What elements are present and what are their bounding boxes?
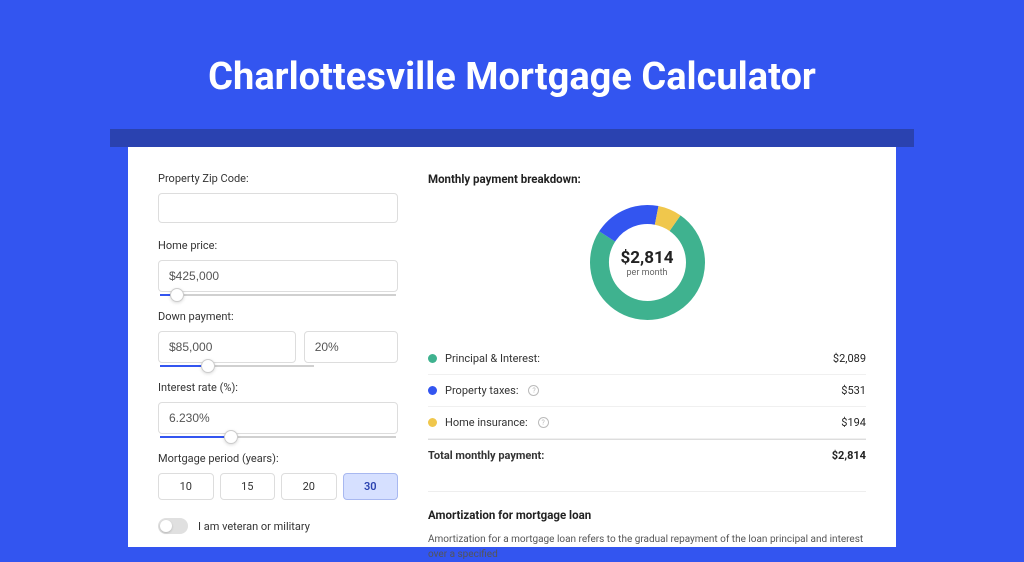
down-label: Down payment:: [158, 310, 398, 323]
donut-wrap: $2,814 per month: [428, 200, 866, 325]
down-percent-input[interactable]: [304, 331, 398, 363]
donut-center: $2,814 per month: [621, 248, 674, 278]
legend-value-insurance: $194: [841, 416, 866, 429]
zip-label: Property Zip Code:: [158, 172, 398, 185]
rate-label: Interest rate (%):: [158, 381, 398, 394]
period-field-group: Mortgage period (years): 10 15 20 30: [158, 452, 398, 500]
legend-value-principal: $2,089: [833, 352, 866, 365]
rate-input[interactable]: [158, 402, 398, 434]
rate-slider[interactable]: [160, 436, 396, 438]
down-amount-input[interactable]: [158, 331, 296, 363]
donut-sub: per month: [621, 268, 674, 278]
donut-chart: $2,814 per month: [585, 200, 710, 325]
page-title: Charlottesville Mortgage Calculator: [0, 55, 1024, 99]
legend-label-insurance: Home insurance: ?: [428, 416, 549, 429]
legend-value-taxes: $531: [841, 384, 866, 397]
donut-amount: $2,814: [621, 248, 674, 268]
period-btn-15[interactable]: 15: [220, 473, 276, 500]
form-column: Property Zip Code: Home price: Down paym…: [158, 172, 398, 522]
breakdown-column: Monthly payment breakdown: $2,814 per mo…: [428, 172, 866, 522]
veteran-toggle-row: I am veteran or military: [158, 518, 398, 534]
down-slider[interactable]: [160, 365, 314, 367]
veteran-toggle[interactable]: [158, 518, 188, 534]
calculator-card: Property Zip Code: Home price: Down paym…: [128, 147, 896, 547]
legend-row-taxes: Property taxes: ? $531: [428, 375, 866, 407]
rate-slider-thumb[interactable]: [224, 430, 238, 444]
legend-value-total: $2,814: [832, 449, 866, 462]
rate-slider-fill: [160, 436, 231, 438]
breakdown-title: Monthly payment breakdown:: [428, 172, 866, 186]
legend-text-insurance: Home insurance:: [445, 416, 528, 429]
legend-text-total: Total monthly payment:: [428, 449, 544, 462]
legend-dot-insurance: [428, 418, 437, 427]
zip-field-group: Property Zip Code:: [158, 172, 398, 223]
period-row: 10 15 20 30: [158, 473, 398, 500]
down-slider-thumb[interactable]: [201, 359, 215, 373]
period-btn-10[interactable]: 10: [158, 473, 214, 500]
legend-text-taxes: Property taxes:: [445, 384, 518, 397]
down-field-group: Down payment:: [158, 310, 398, 363]
legend-row-insurance: Home insurance: ? $194: [428, 407, 866, 439]
legend-row-total: Total monthly payment: $2,814: [428, 439, 866, 471]
price-field-group: Home price:: [158, 239, 398, 292]
period-btn-30[interactable]: 30: [343, 473, 399, 500]
amortization-section: Amortization for mortgage loan Amortizat…: [428, 491, 866, 562]
legend-label-taxes: Property taxes: ?: [428, 384, 539, 397]
amortization-title: Amortization for mortgage loan: [428, 508, 866, 522]
veteran-toggle-label: I am veteran or military: [198, 520, 310, 533]
period-btn-20[interactable]: 20: [281, 473, 337, 500]
price-input[interactable]: [158, 260, 398, 292]
info-icon[interactable]: ?: [528, 385, 539, 396]
price-slider[interactable]: [160, 294, 396, 296]
legend-label-principal: Principal & Interest:: [428, 352, 540, 365]
zip-input[interactable]: [158, 193, 398, 223]
legend-text-principal: Principal & Interest:: [445, 352, 540, 365]
price-slider-thumb[interactable]: [170, 288, 184, 302]
period-label: Mortgage period (years):: [158, 452, 398, 465]
rate-field-group: Interest rate (%):: [158, 381, 398, 434]
page-header: Charlottesville Mortgage Calculator: [0, 0, 1024, 129]
legend-row-principal: Principal & Interest: $2,089: [428, 343, 866, 375]
card-shadow: [110, 129, 914, 147]
legend-dot-principal: [428, 354, 437, 363]
toggle-knob: [160, 520, 172, 532]
legend-dot-taxes: [428, 386, 437, 395]
amortization-text: Amortization for a mortgage loan refers …: [428, 532, 866, 562]
legend-label-total: Total monthly payment:: [428, 449, 544, 462]
down-dual-input: [158, 331, 398, 363]
price-label: Home price:: [158, 239, 398, 252]
info-icon[interactable]: ?: [538, 417, 549, 428]
